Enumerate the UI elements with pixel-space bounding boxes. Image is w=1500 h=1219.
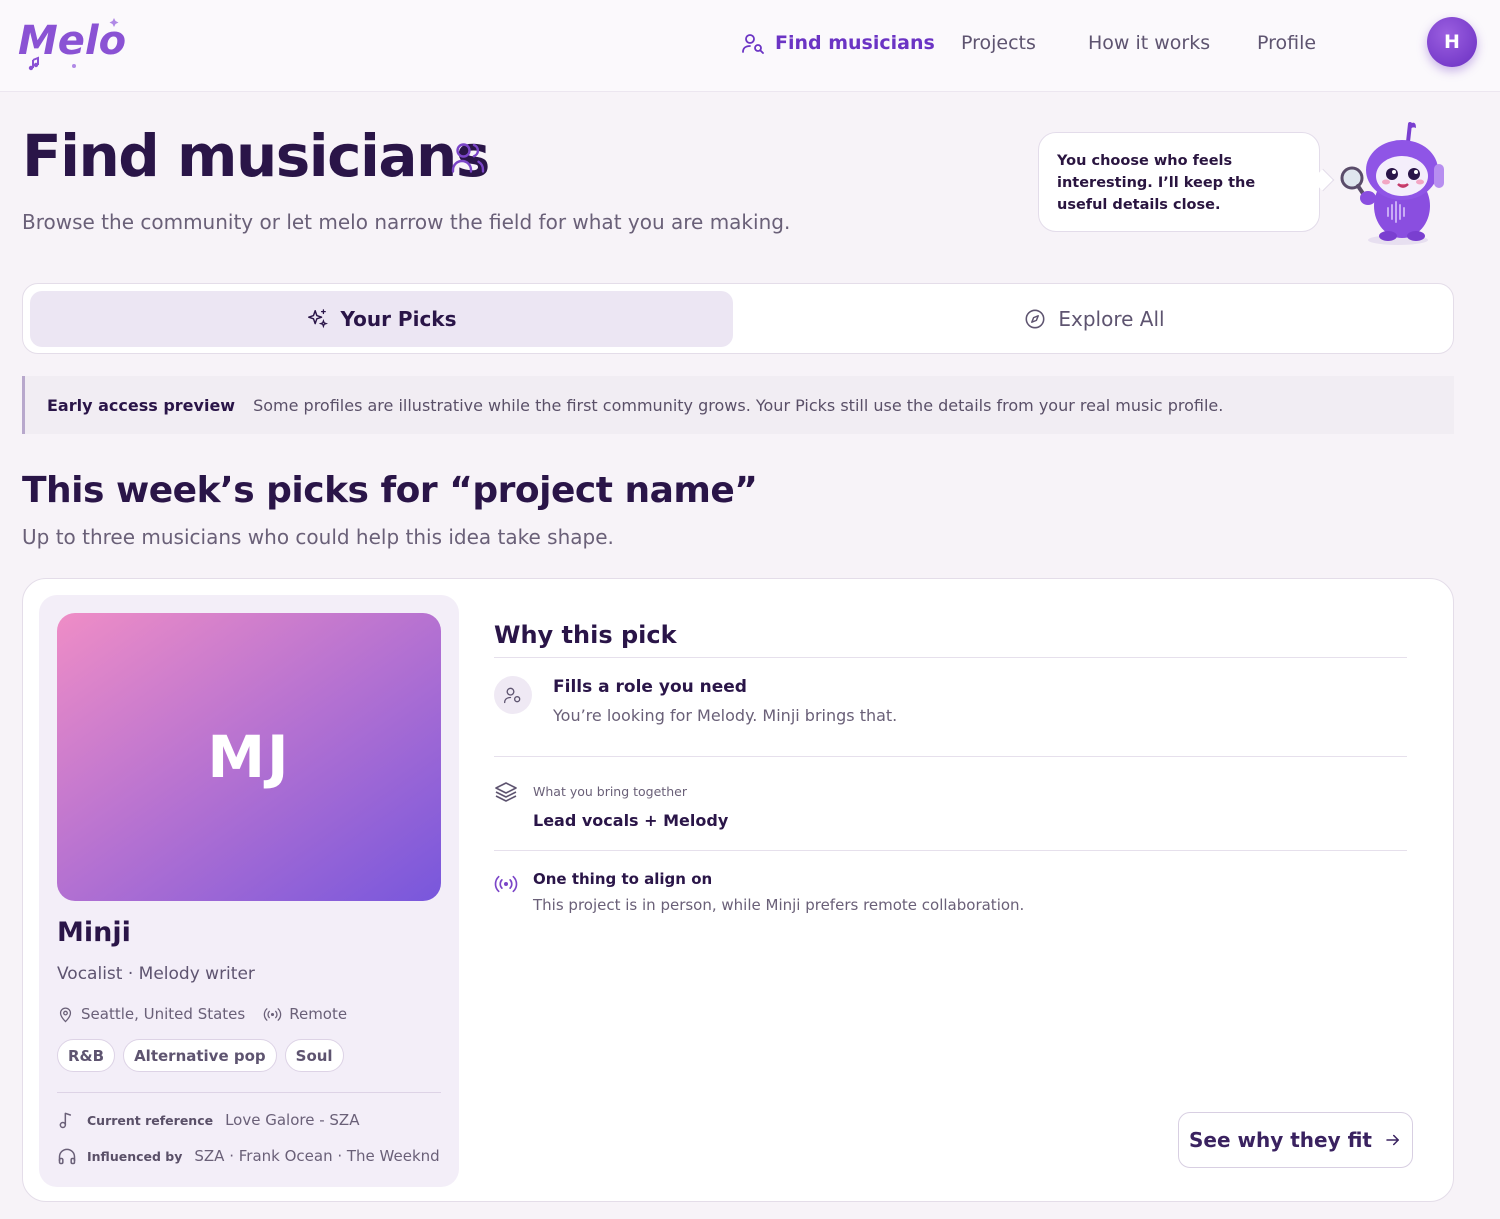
picks-subtitle: Up to three musicians who could help thi… [22,525,614,549]
musician-location: Seattle, United States [57,1005,245,1023]
current-reference: Current reference Love Galore - SZA [57,1110,359,1130]
users-icon [451,143,485,173]
page-title: Find musicians [22,122,490,190]
genre-chip: Soul [284,1039,344,1072]
musician-profile-panel: MJ Minji Vocalist · Melody writer Seattl… [39,595,459,1187]
picks-tabs: Your Picks Explore All [22,283,1454,354]
genre-chip: R&B [57,1039,116,1072]
mascot-speech-bubble: You choose who feels interesting. I’ll k… [1038,132,1320,232]
divider [494,850,1407,851]
nav-find-musicians[interactable]: Find musicians [741,28,935,58]
location-text: Seattle, United States [81,1005,246,1023]
top-nav-bar: Melo Find musicians Projects How it work… [0,0,1500,92]
user-avatar[interactable]: H [1427,17,1477,67]
broadcast-icon [263,1007,282,1021]
see-why-they-fit-button[interactable]: See why they fit [1178,1112,1413,1168]
tab-explore-all[interactable]: Explore All [741,291,1448,347]
genre-chip: Alternative pop [123,1039,277,1072]
cta-label: See why they fit [1189,1128,1372,1152]
musician-mode: Remote [263,1005,347,1023]
tab-label: Explore All [1058,307,1165,331]
current-reference-value: Love Galore - SZA [225,1111,360,1129]
together-value: Lead vocals + Melody [533,811,729,830]
broadcast-icon [494,875,518,893]
early-access-notice: Early access preview Some profiles are i… [22,376,1454,434]
role-heading: Fills a role you need [553,677,747,697]
profile-divider [57,1092,441,1093]
nav-label: Projects [961,32,1036,54]
role-text: You’re looking for Melody. Minji brings … [553,706,898,725]
musician-portrait[interactable]: MJ [57,613,441,901]
influenced-by-label: Influenced by [87,1148,183,1164]
notice-label: Early access preview [47,395,236,415]
genre-chips: R&B Alternative pop Soul [57,1039,344,1072]
nav-projects[interactable]: Projects [961,28,1036,58]
page-subtitle: Browse the community or let melo narrow … [22,210,791,234]
nav-profile[interactable]: Profile [1257,28,1316,58]
mascot-icon [1340,122,1444,245]
music-note-icon [59,1112,72,1129]
divider [494,756,1407,757]
map-pin-icon [59,1007,72,1022]
arrow-right-icon [1386,1134,1399,1146]
musician-roles: Vocalist · Melody writer [57,964,255,984]
musician-name: Minji [57,917,131,948]
align-heading: One thing to align on [533,870,713,888]
influenced-by: Influenced by SZA · Frank Ocean · The We… [57,1146,440,1166]
current-reference-label: Current reference [87,1112,214,1128]
why-title: Why this pick [494,621,677,649]
tab-label: Your Picks [340,307,457,331]
musician-initials: MJ [207,723,291,791]
layers-icon [495,782,517,802]
picks-title: This week’s picks for “project name” [22,470,758,511]
user-search-icon [504,687,521,704]
together-label: What you bring together [533,784,687,799]
mode-text: Remote [289,1005,348,1023]
compass-icon [1025,309,1045,329]
nav-how-it-works[interactable]: How it works [1088,28,1210,58]
role-icon-badge [494,676,532,714]
nav-label: Profile [1257,32,1317,54]
divider [494,657,1407,658]
notice-text: Some profiles are illustrative while the… [253,395,1224,415]
align-text: This project is in person, while Minji p… [533,896,1025,914]
influenced-by-value: SZA · Frank Ocean · The Weeknd [194,1147,440,1165]
melo-logo[interactable]: Melo [16,12,126,72]
svg-text:Melo: Melo [18,18,126,64]
user-search-icon [742,34,764,54]
headphones-icon [58,1148,76,1165]
tab-your-picks[interactable]: Your Picks [30,291,733,347]
sparkles-icon [308,309,329,329]
musician-pick-card: MJ Minji Vocalist · Melody writer Seattl… [22,578,1454,1202]
nav-label: Find musicians [775,32,935,54]
nav-label: How it works [1088,32,1211,54]
musician-meta: Seattle, United States Remote [57,1005,365,1023]
